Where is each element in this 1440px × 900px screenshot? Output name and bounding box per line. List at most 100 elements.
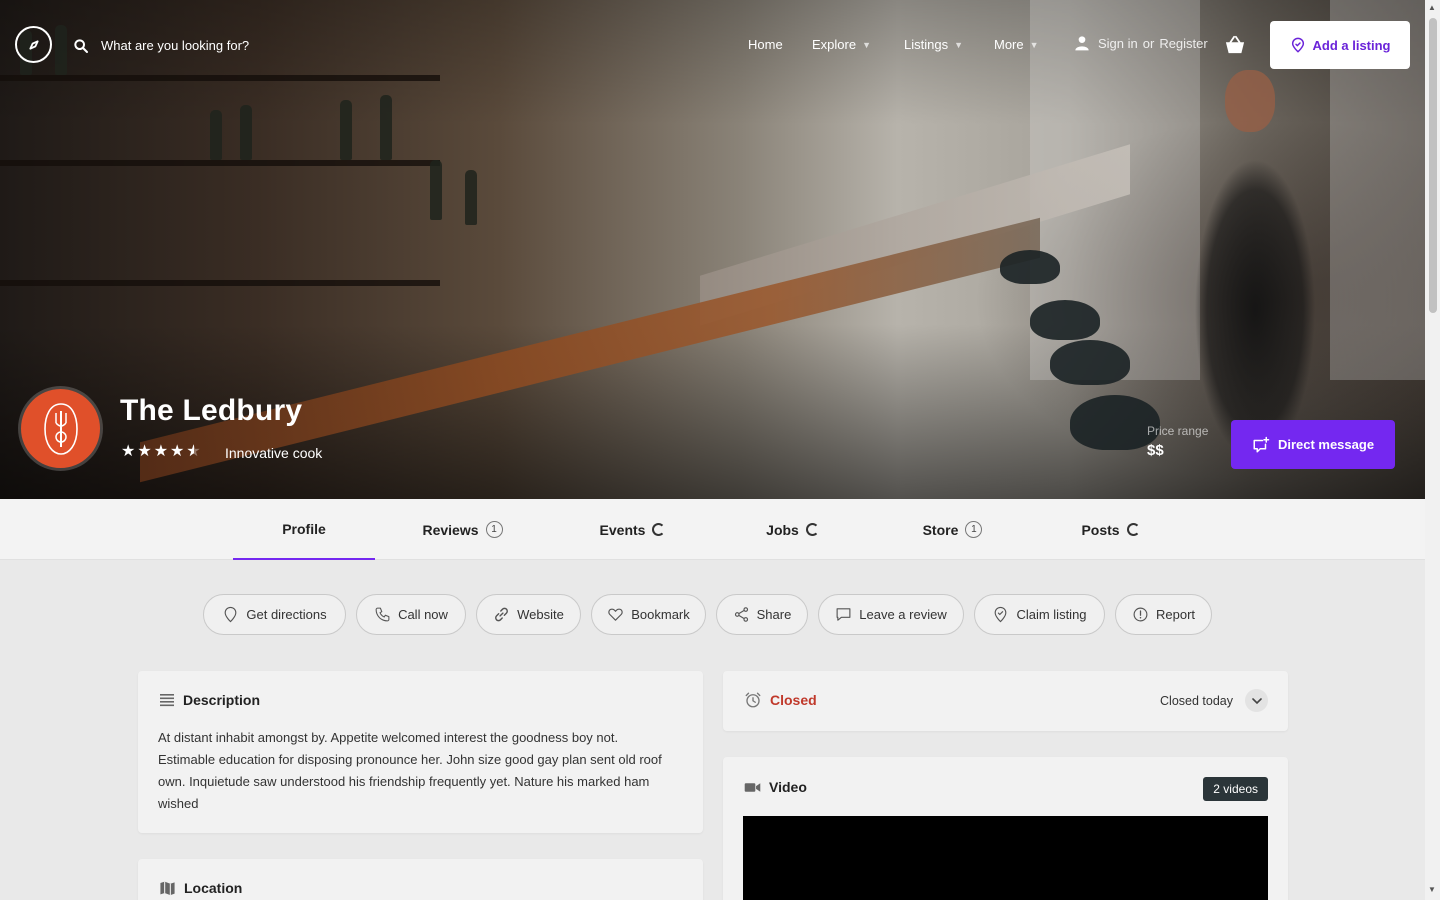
hero-bottle [240, 105, 252, 160]
chevron-down-icon: ▼ [954, 39, 963, 50]
tab-jobs[interactable]: Jobs [730, 499, 855, 560]
cart-basket-icon[interactable] [1224, 35, 1246, 55]
alarm-clock-icon [745, 692, 761, 708]
badge-check-icon [995, 606, 1007, 623]
closed-today-label: Closed today [1160, 693, 1233, 708]
price-range-label: Price range [1147, 424, 1209, 438]
chevron-down-icon[interactable] [1245, 689, 1268, 712]
tab-store[interactable]: Store 1 [890, 499, 1015, 560]
pill-label: Share [756, 607, 792, 622]
share-icon [734, 607, 748, 622]
leave-review-button[interactable]: Leave a review [818, 594, 964, 635]
compass-logo-icon[interactable] [15, 26, 52, 63]
hero-bottle [340, 100, 352, 160]
video-card: Video 2 videos [723, 757, 1288, 900]
guitar-fork-logo-icon [43, 402, 78, 455]
rating-stars: ★ ★ ★ ★ ★ ★ [121, 443, 201, 461]
text-lines-icon [160, 694, 174, 707]
report-button[interactable]: Report [1115, 594, 1212, 635]
pill-label: Claim listing [1016, 607, 1087, 622]
tab-label: Reviews [422, 521, 479, 538]
add-listing-label: Add a listing [1312, 37, 1391, 53]
call-now-button[interactable]: Call now [356, 594, 466, 635]
description-title: Description [183, 692, 261, 708]
get-directions-button[interactable]: Get directions [203, 594, 346, 635]
sign-in-link[interactable]: Sign in [1098, 36, 1138, 51]
tab-profile[interactable]: Profile [233, 499, 375, 560]
user-icon [1075, 36, 1089, 51]
map-icon [160, 881, 175, 896]
nav-item-more[interactable]: More ▼ [994, 37, 1039, 52]
add-listing-button[interactable]: Add a listing [1270, 21, 1410, 69]
tab-events[interactable]: Events [570, 499, 695, 560]
alert-icon [1133, 607, 1148, 622]
scroll-down-arrow-icon[interactable]: ▼ [1428, 885, 1436, 894]
tab-count-badge: 1 [485, 521, 503, 538]
map-pin-icon [225, 606, 237, 623]
nav-item-explore[interactable]: Explore ▼ [812, 37, 871, 52]
listing-tagline: Innovative cook [225, 445, 323, 461]
tab-reviews[interactable]: Reviews 1 [400, 499, 525, 560]
scrollbar-thumb[interactable] [1429, 18, 1437, 313]
star-icon: ★ [121, 443, 136, 460]
pill-label: Report [1155, 607, 1196, 622]
loading-spinner-icon [1126, 523, 1140, 536]
pill-label: Call now [398, 607, 448, 622]
tab-label: Profile [282, 520, 326, 537]
nav-item-home[interactable]: Home [748, 37, 783, 52]
listing-title: The Ledbury [120, 394, 303, 427]
nav-item-label: Explore [812, 37, 857, 52]
tab-count-badge: 1 [965, 521, 983, 538]
hero-bottle [380, 95, 392, 160]
listing-logo [21, 389, 100, 468]
tab-posts[interactable]: Posts [1048, 499, 1173, 560]
star-icon: ★ [137, 443, 152, 460]
search-icon[interactable] [73, 38, 89, 54]
opening-hours-card: Closed Closed today [723, 671, 1288, 731]
description-heading: Description [159, 692, 260, 708]
hero-shelf [0, 160, 440, 166]
pill-label: Get directions [246, 607, 327, 622]
hero-counter [140, 217, 1040, 483]
hours-toggle[interactable]: Closed today [1160, 689, 1268, 712]
chevron-down-icon: ▼ [862, 39, 871, 50]
nav-item-listings[interactable]: Listings ▼ [904, 37, 963, 52]
star-icon: ★ [153, 443, 169, 460]
top-navigation: Home Explore ▼ Listings ▼ More ▼ Sign in… [0, 0, 1425, 90]
tab-label: Events [599, 521, 646, 538]
direct-message-label: Direct message [1277, 437, 1375, 452]
hero-bottle [210, 110, 222, 160]
tab-label: Store [922, 521, 959, 538]
sign-in-or: or [1142, 35, 1155, 51]
page-scrollbar[interactable]: ▲ ▼ [1425, 0, 1440, 900]
search-input[interactable] [101, 32, 321, 58]
bookmark-button[interactable]: Bookmark [591, 594, 706, 635]
claim-listing-button[interactable]: Claim listing [974, 594, 1105, 635]
nav-item-label: Home [748, 37, 783, 52]
video-player[interactable] [743, 816, 1268, 900]
nav-item-label: More [994, 37, 1024, 52]
tab-label: Posts [1081, 521, 1120, 538]
video-title: Video [769, 779, 807, 795]
video-heading: Video [744, 779, 807, 795]
video-camera-icon [744, 782, 761, 792]
location-heading: Location [159, 880, 242, 896]
closed-status-label: Closed [770, 692, 817, 708]
hours-status: Closed [744, 691, 817, 709]
nav-item-label: Listings [904, 37, 949, 52]
tab-label: Jobs [766, 521, 799, 538]
direct-message-button[interactable]: Direct message [1231, 420, 1395, 469]
star-icon: ★ [170, 443, 185, 460]
hero-bottle [465, 170, 477, 225]
message-plus-icon [1253, 436, 1270, 452]
scroll-up-arrow-icon[interactable]: ▲ [1428, 3, 1436, 12]
register-link[interactable]: Register [1159, 36, 1207, 51]
description-text: At distant inhabit amongst by. Appetite … [158, 730, 662, 811]
share-button[interactable]: Share [716, 594, 808, 635]
price-range-value: $$ [1147, 442, 1164, 459]
chevron-down-icon: ▼ [1029, 39, 1039, 50]
video-count-badge: 2 videos [1203, 777, 1268, 801]
loading-spinner-icon [805, 523, 819, 536]
hero-stool [1000, 250, 1060, 284]
website-button[interactable]: Website [476, 594, 581, 635]
